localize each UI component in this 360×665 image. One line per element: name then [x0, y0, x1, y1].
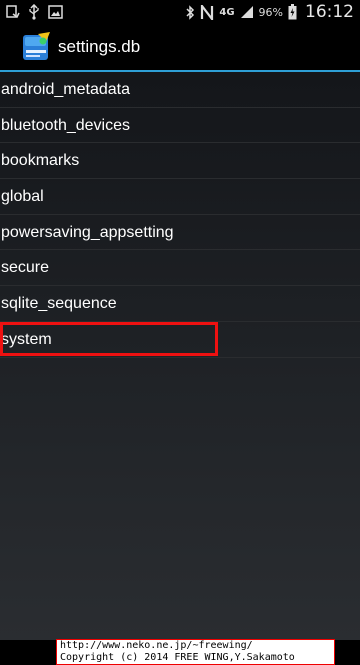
table-row-powersaving-appsetting[interactable]: powersaving_appsetting	[0, 215, 360, 251]
app-bar: settings.db	[0, 24, 360, 72]
table-row-secure[interactable]: secure	[0, 250, 360, 287]
status-bar: 4G 96% 16:12	[0, 0, 360, 24]
usb-icon	[28, 4, 40, 20]
status-bar-right: 4G 96% 16:12	[185, 2, 354, 22]
battery-icon	[288, 4, 297, 20]
page-title: settings.db	[58, 37, 141, 56]
signal-icon	[240, 5, 254, 19]
image-icon	[48, 5, 63, 19]
table-row-bookmarks[interactable]: bookmarks	[0, 143, 360, 180]
table-row-sqlite-sequence[interactable]: sqlite_sequence	[0, 286, 360, 322]
database-app-icon[interactable]	[22, 32, 52, 62]
table-list: android_metadata bluetooth_devices bookm…	[0, 72, 360, 358]
watermark-copyright: Copyright (c) 2014 FREE WING,Y.Sakamoto	[60, 652, 295, 663]
battery-percent: 96%	[258, 5, 283, 19]
notification-icon	[6, 5, 20, 19]
table-row-bluetooth-devices[interactable]: bluetooth_devices	[0, 108, 360, 144]
copyright-watermark: http://www.neko.ne.jp/~freewing/ Copyrig…	[56, 639, 335, 665]
watermark-url: http://www.neko.ne.jp/~freewing/	[60, 640, 253, 651]
bluetooth-icon	[185, 4, 195, 20]
table-row-system[interactable]: system	[0, 322, 360, 358]
network-4g-icon: 4G	[219, 6, 235, 18]
status-bar-left	[6, 4, 63, 20]
table-list-container: android_metadata bluetooth_devices bookm…	[0, 72, 360, 665]
table-row-global[interactable]: global	[0, 179, 360, 215]
status-clock: 16:12	[305, 2, 354, 22]
nfc-icon	[200, 4, 214, 20]
table-row-android-metadata[interactable]: android_metadata	[0, 72, 360, 108]
